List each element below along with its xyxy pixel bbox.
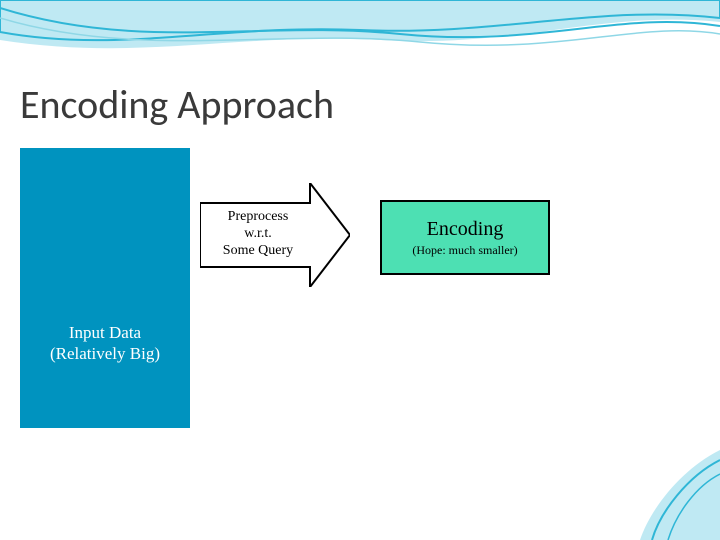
encoding-title: Encoding [427, 218, 504, 241]
input-data-line1: Input Data [69, 323, 141, 342]
arrow-line1: Preprocess [228, 209, 289, 224]
slide: Encoding Approach Input Data (Relatively… [0, 0, 720, 540]
input-data-line2: (Relatively Big) [50, 344, 160, 363]
encoding-box: Encoding (Hope: much smaller) [380, 200, 550, 275]
arrow-label: Preprocess w.r.t. Some Query [208, 209, 308, 259]
arrow-line2: w.r.t. [244, 226, 271, 241]
top-wave-decoration [0, 0, 720, 70]
input-data-box: Input Data (Relatively Big) [20, 148, 190, 428]
input-data-label: Input Data (Relatively Big) [50, 322, 160, 365]
encoding-subtitle: (Hope: much smaller) [412, 243, 517, 258]
corner-decoration [610, 450, 720, 540]
arrow-line3: Some Query [223, 243, 293, 258]
preprocess-arrow: Preprocess w.r.t. Some Query [200, 183, 350, 287]
slide-title: Encoding Approach [20, 80, 334, 129]
